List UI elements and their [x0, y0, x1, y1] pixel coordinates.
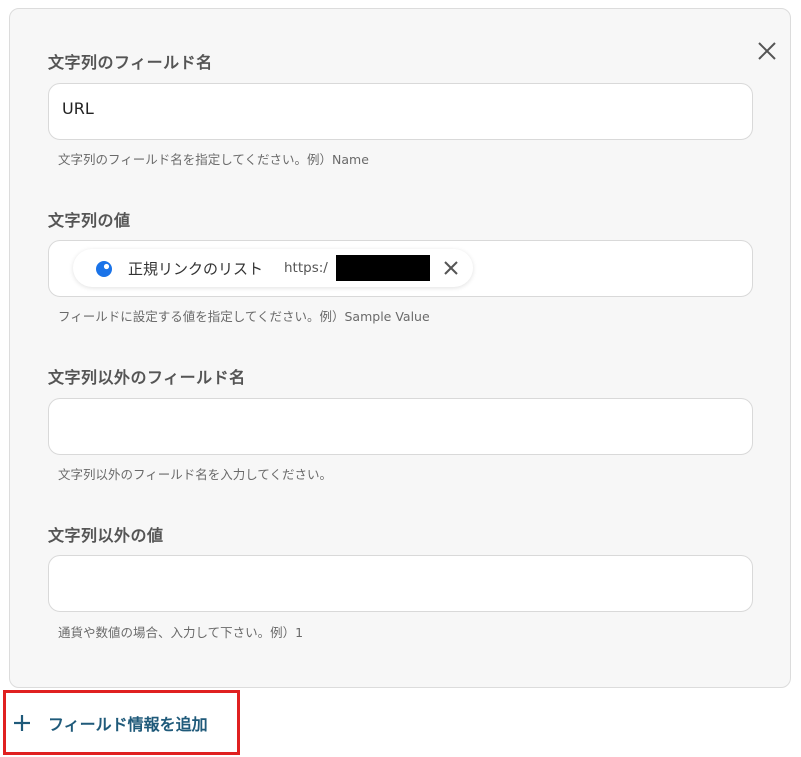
chip-name: 正規リンクのリスト — [128, 260, 264, 278]
field-settings-panel: 文字列のフィールド名 URL 文字列のフィールド名を指定してください。例）Nam… — [9, 8, 791, 688]
string-value-label: 文字列の値 — [48, 211, 131, 230]
other-field-name-label: 文字列以外のフィールド名 — [48, 368, 246, 387]
blue-circle-icon — [96, 261, 112, 277]
string-field-name-hint: 文字列のフィールド名を指定してください。例）Name — [58, 152, 369, 167]
close-button[interactable] — [747, 31, 787, 71]
chip-remove-icon[interactable] — [442, 259, 460, 277]
other-field-name-hint: 文字列以外のフィールド名を入力してください。 — [58, 467, 333, 482]
other-value-label: 文字列以外の値 — [48, 526, 164, 545]
string-value-hint: フィールドに設定する値を指定してください。例）Sample Value — [58, 309, 430, 324]
string-field-name-value: URL — [62, 99, 94, 118]
add-field-label: フィールド情報を追加 — [48, 714, 208, 734]
other-value-input[interactable] — [48, 555, 753, 612]
other-value-hint: 通貨や数値の場合、入力して下さい。例）1 — [58, 625, 304, 640]
other-field-name-input[interactable] — [48, 398, 753, 455]
string-field-name-input[interactable]: URL — [48, 83, 753, 140]
chip-url: https:/ — [284, 260, 328, 276]
plus-icon — [14, 714, 30, 731]
close-icon — [758, 42, 776, 60]
string-value-input[interactable]: 正規リンクのリスト https:/ — [48, 240, 753, 297]
add-field-button[interactable]: フィールド情報を追加 — [3, 690, 240, 755]
variable-chip[interactable]: 正規リンクのリスト https:/ — [73, 249, 473, 287]
redacted-block — [336, 255, 430, 281]
string-field-name-label: 文字列のフィールド名 — [48, 53, 213, 72]
